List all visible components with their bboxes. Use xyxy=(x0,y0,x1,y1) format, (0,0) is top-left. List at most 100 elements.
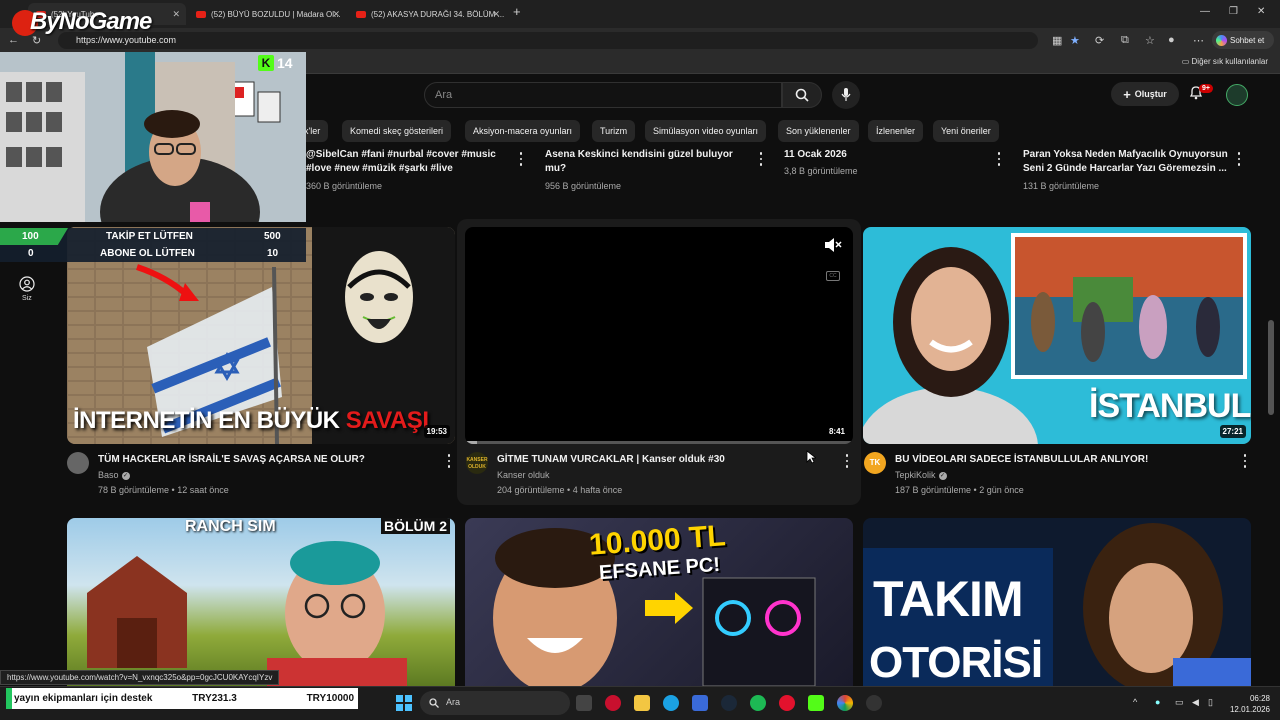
progress-track[interactable] xyxy=(465,441,853,444)
steam-icon[interactable] xyxy=(721,695,737,711)
video-title-line: Asena Keskinci kendisini güzel buluyor xyxy=(545,149,733,160)
close-window-icon[interactable]: ✕ xyxy=(1257,6,1265,17)
opera-gx-icon[interactable] xyxy=(779,695,795,711)
tab-akasya[interactable]: (52) AKASYA DURAĞI 34. BÖLÜM ... ✕ xyxy=(348,3,506,25)
video-thumbnail[interactable]: TAKIM OTORİSİ xyxy=(863,518,1251,686)
url-field[interactable]: https://www.youtube.com xyxy=(58,32,1038,49)
search-input[interactable]: Ara xyxy=(424,82,782,108)
read-mode-icon[interactable]: ▦ xyxy=(1052,34,1062,47)
favorites-icon[interactable]: ☆ xyxy=(1145,34,1155,47)
create-button[interactable]: + Oluştur xyxy=(1111,82,1179,106)
channel-avatar[interactable]: KANSER OLDUK xyxy=(466,452,488,474)
muted-speaker-icon[interactable] xyxy=(823,237,843,253)
close-tab-icon[interactable]: ✕ xyxy=(492,9,500,20)
microphone-tray-icon[interactable]: ● xyxy=(1155,697,1160,707)
tray-chevron-icon[interactable]: ^ xyxy=(1133,697,1137,707)
other-favorites-folder[interactable]: ▭ Diğer sık kullanılanlar xyxy=(1182,57,1268,66)
chip-simulation-games[interactable]: Simülasyon video oyunları xyxy=(645,120,767,142)
split-screen-icon[interactable]: ⧉ xyxy=(1121,34,1129,47)
spotify-icon[interactable] xyxy=(750,695,766,711)
opera-icon[interactable] xyxy=(605,695,621,711)
store-icon[interactable] xyxy=(692,695,708,711)
chrome-icon[interactable] xyxy=(837,695,853,711)
captions-icon[interactable]: CC xyxy=(826,271,840,281)
more-menu-icon[interactable]: ⋯ xyxy=(1193,34,1204,47)
more-options-icon[interactable] xyxy=(842,453,852,469)
video-title[interactable]: 11 Ocak 2026 xyxy=(784,148,847,162)
more-options-icon[interactable] xyxy=(516,151,526,167)
video-title-line: 11 Ocak 2026 xyxy=(784,149,847,160)
profile-icon[interactable]: ● xyxy=(1168,34,1175,46)
channel-name[interactable]: Kanser olduk xyxy=(497,470,550,480)
search-button[interactable] xyxy=(782,82,822,108)
video-title[interactable]: TÜM HACKERLAR İSRAİL'E SAVAŞ AÇARSA NE O… xyxy=(98,454,365,465)
video-title[interactable]: @SibelCan #fani #nurbal #cover #music #l… xyxy=(306,148,496,176)
more-options-icon[interactable] xyxy=(444,453,454,469)
chip-action-adventure[interactable]: Aksiyon-macera oyunları xyxy=(465,120,581,142)
video-meta: 78 B görüntüleme • 12 saat önce xyxy=(98,485,229,495)
browser-tab-bar: (52) YouTube ✕ (52) BÜYÜ BOZULDU | Madar… xyxy=(0,0,1280,28)
viewer-count: 14 xyxy=(277,55,293,71)
video-thumbnail[interactable]: RANCH SIM BÖLÜM 2 xyxy=(67,518,455,686)
chip-watched[interactable]: İzlenenler xyxy=(868,120,924,142)
volume-icon[interactable]: ◀ xyxy=(1192,697,1199,708)
goal-overlay: 100 TAKİP ET LÜTFEN 500 0 ABONE OL LÜTFE… xyxy=(0,228,306,262)
more-options-icon[interactable] xyxy=(1240,453,1250,469)
video-duration: 27:21 xyxy=(1219,425,1246,438)
taskbar-search[interactable]: Ara xyxy=(420,691,570,715)
extensions-icon[interactable]: ⟳ xyxy=(1095,34,1104,47)
file-explorer-icon[interactable] xyxy=(634,695,650,711)
other-favorites-label: Diğer sık kullanılanlar xyxy=(1191,57,1268,66)
tab-madara[interactable]: (52) BÜYÜ BOZULDU | Madara Ol... ✕ xyxy=(188,3,346,25)
minimize-icon[interactable]: — xyxy=(1200,6,1210,17)
channel-avatar[interactable]: TK xyxy=(864,452,886,474)
maximize-icon[interactable]: ❐ xyxy=(1229,6,1238,17)
channel-name-text: TepkiKolik xyxy=(895,470,936,480)
page-scrollbar[interactable] xyxy=(1268,320,1274,415)
more-options-icon[interactable] xyxy=(756,151,766,167)
kick-icon[interactable] xyxy=(808,695,824,711)
you-icon[interactable] xyxy=(19,276,35,297)
close-tab-icon[interactable]: ✕ xyxy=(332,9,340,20)
battery-icon[interactable]: ▯ xyxy=(1208,697,1213,708)
ticker-accent xyxy=(6,688,12,709)
video-title[interactable]: Asena Keskinci kendisini güzel buluyor m… xyxy=(545,148,733,176)
video-title[interactable]: BU VİDEOLARI SADECE İSTANBULLULAR ANLIYO… xyxy=(895,454,1148,465)
windows-start-icon[interactable] xyxy=(396,695,412,711)
channel-name[interactable]: Baso ✓ xyxy=(98,470,130,480)
video-meta: 204 görüntüleme • 4 hafta önce xyxy=(497,485,623,495)
video-title[interactable]: Paran Yoksa Neden Mafyacılık Oynuyorsun … xyxy=(1023,148,1228,176)
copilot-button[interactable]: Sohbet et xyxy=(1212,31,1274,49)
video-thumbnail[interactable]: İSTANBUL? 27:21 xyxy=(863,227,1251,444)
close-tab-icon[interactable]: ✕ xyxy=(172,9,180,20)
video-thumbnail[interactable]: 10.000 TL EFSANE PC! xyxy=(465,518,853,686)
chip-comedy[interactable]: Komedi skeç gösterileri xyxy=(342,120,452,142)
task-view-icon[interactable] xyxy=(576,695,592,711)
voice-search-button[interactable] xyxy=(832,81,860,109)
chip-recently-uploaded[interactable]: Son yüklenenler xyxy=(778,120,859,142)
verified-badge-icon: ✓ xyxy=(938,471,947,480)
chip-tourism[interactable]: Turizm xyxy=(592,120,636,142)
more-options-icon[interactable] xyxy=(1234,151,1244,167)
you-label[interactable]: Siz xyxy=(22,295,32,302)
search-icon xyxy=(795,88,809,102)
channel-avatar[interactable] xyxy=(67,452,89,474)
thumbnail-text-red: SAVAŞI xyxy=(345,407,429,434)
channel-name[interactable]: TepkiKolik ✓ xyxy=(895,470,947,480)
tab-label: (52) BÜYÜ BOZULDU | Madara Ol... xyxy=(211,9,341,19)
chip-new-recommendations[interactable]: Yeni öneriler xyxy=(933,120,999,142)
video-title[interactable]: GİTME TUNAM VURCAKLAR | Kanser olduk #30 xyxy=(497,454,725,465)
mouse-cursor-icon xyxy=(806,450,816,464)
account-avatar[interactable] xyxy=(1226,84,1248,106)
taskbar-clock[interactable]: 06:28 12.01.2026 xyxy=(1225,693,1270,715)
more-options-icon[interactable] xyxy=(994,151,1004,167)
video-preview-player[interactable]: CC 8:41 xyxy=(465,227,853,444)
edge-icon[interactable] xyxy=(663,695,679,711)
kick-viewer-count: K 14 xyxy=(258,55,293,71)
copilot-icon xyxy=(1216,34,1227,46)
video-views: 3,8 B görüntüleme xyxy=(784,166,858,176)
favorite-star-icon[interactable]: ★ xyxy=(1070,34,1080,47)
network-icon[interactable]: ▭ xyxy=(1175,697,1184,708)
new-tab-icon[interactable]: + xyxy=(513,4,521,19)
obs-icon[interactable] xyxy=(866,695,882,711)
